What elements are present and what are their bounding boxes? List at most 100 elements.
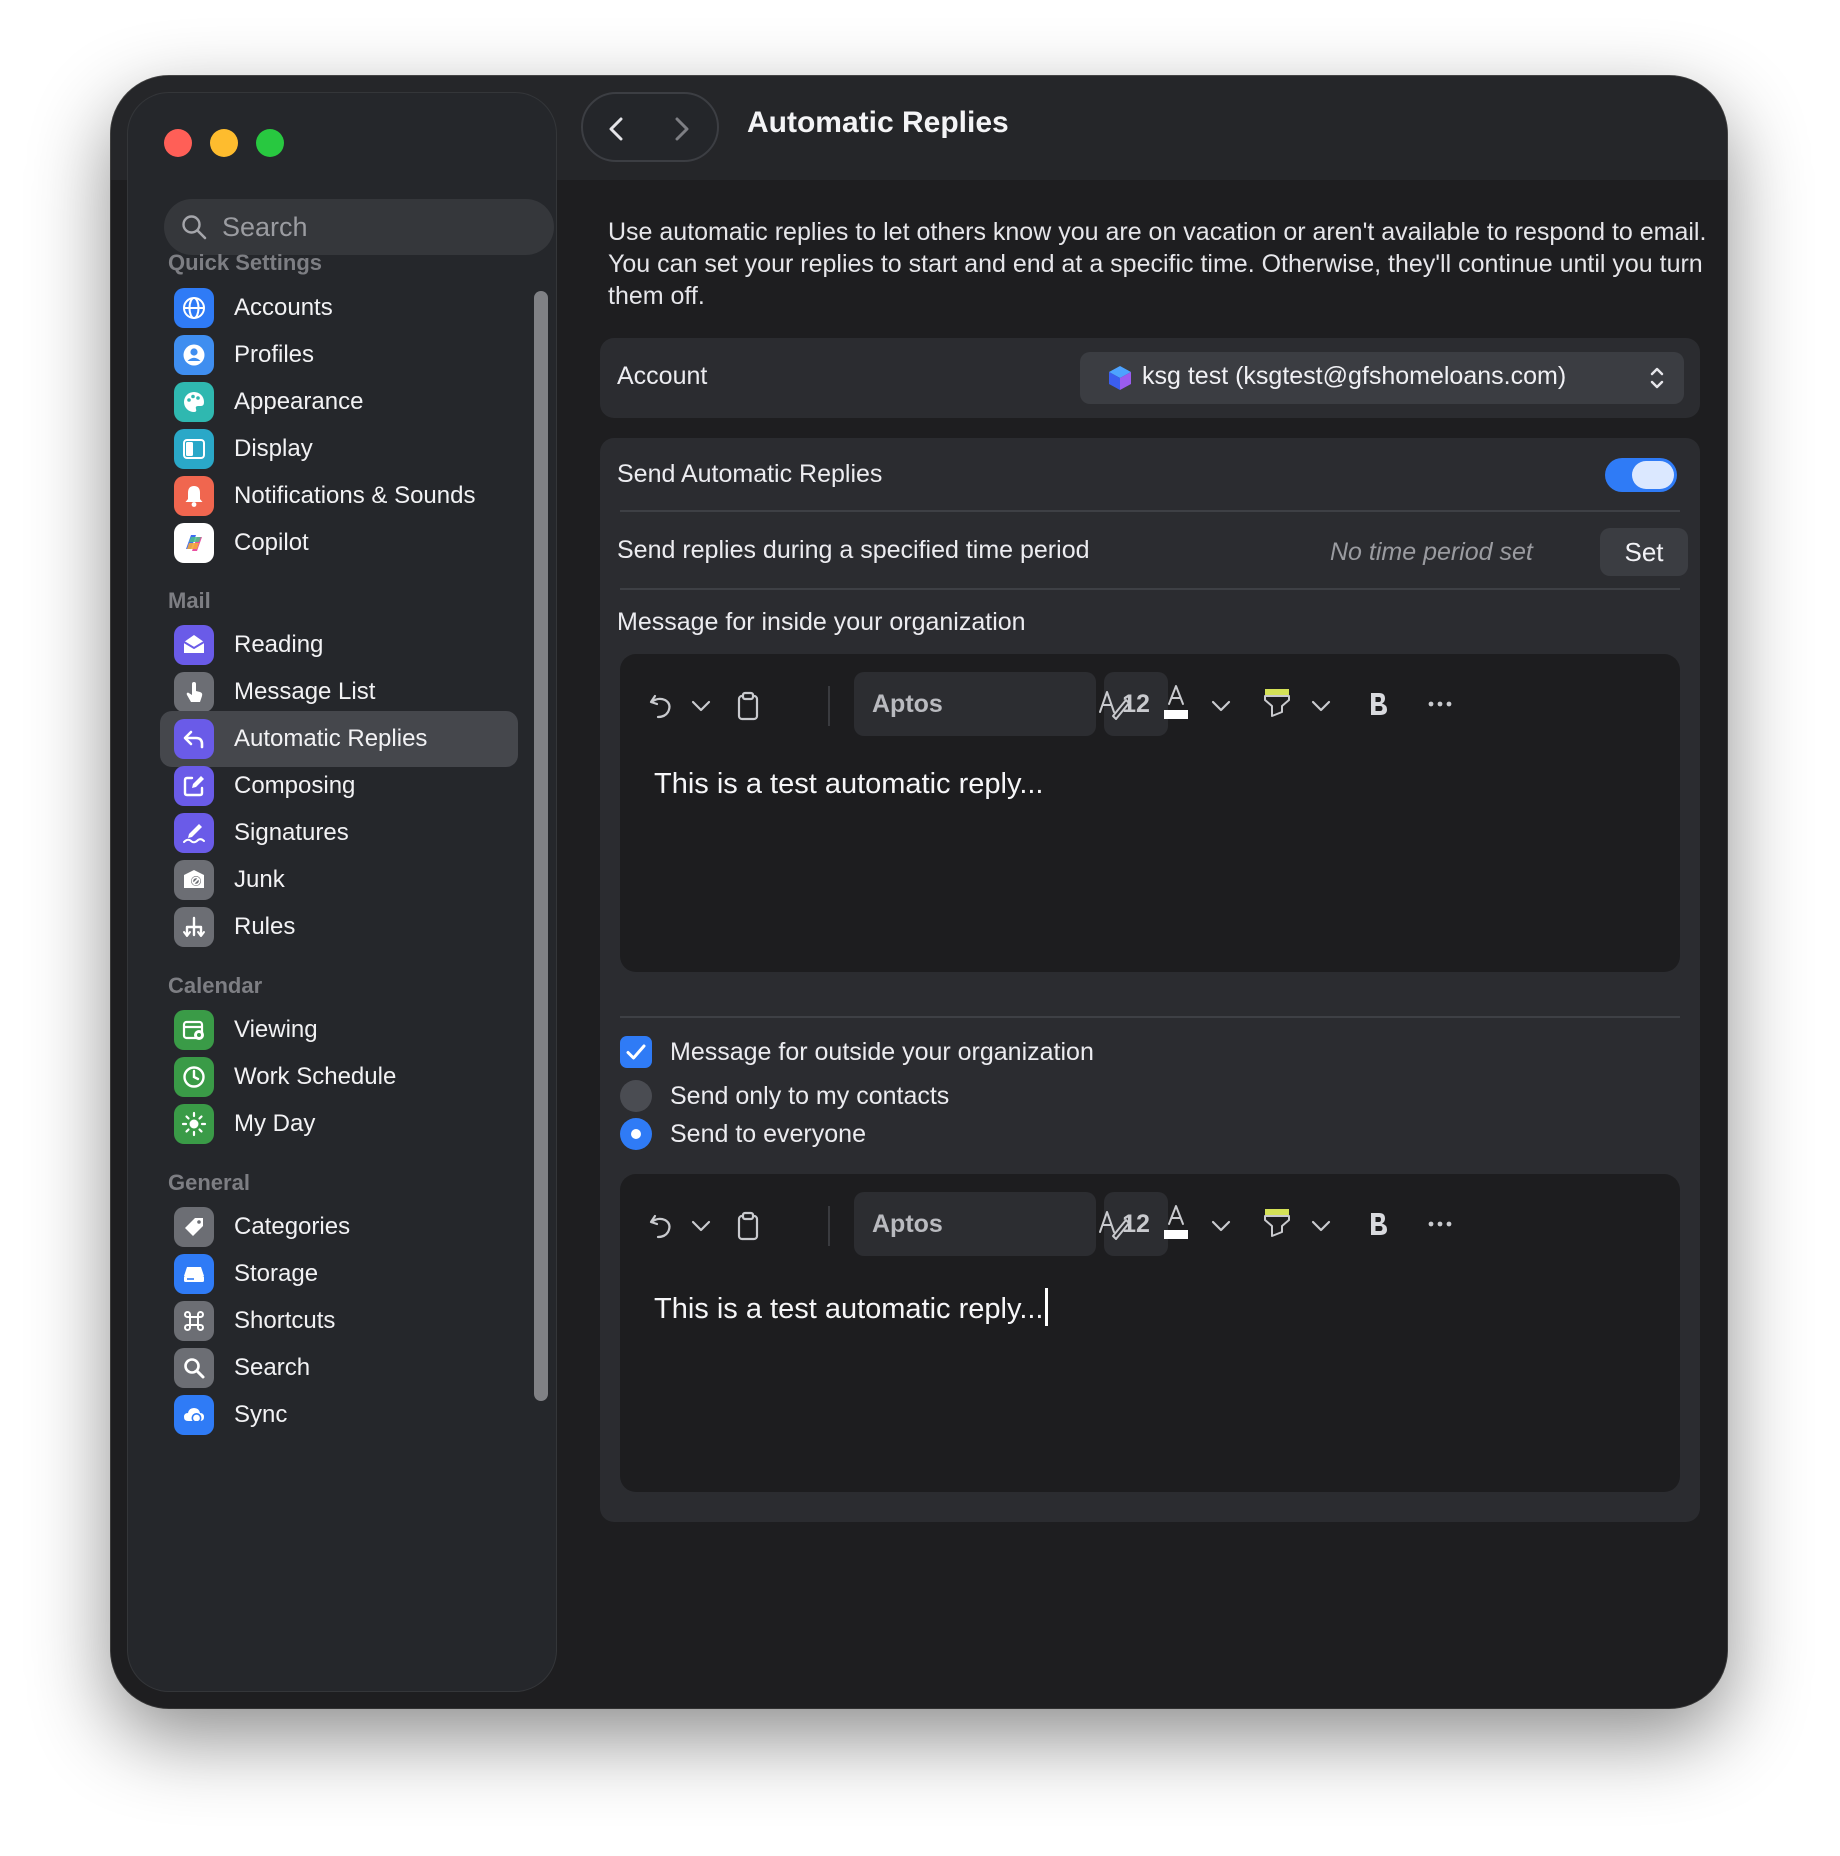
bold-icon[interactable] [1362, 688, 1394, 720]
sidebar-scrollbar[interactable] [534, 291, 548, 1401]
sun-icon [174, 1104, 214, 1144]
font-color-icon[interactable] [1160, 684, 1192, 722]
sidebar-search-field[interactable]: Search [164, 199, 554, 255]
junk-icon [174, 860, 214, 900]
command-icon [174, 1301, 214, 1341]
font-color-dropdown-chevron-icon[interactable] [1210, 698, 1232, 714]
bold-icon[interactable] [1362, 1208, 1394, 1240]
account-value: ksg test (ksgtest@gfshomeloans.com) [1142, 362, 1567, 390]
clipboard-icon[interactable] [732, 1210, 764, 1242]
highlight-dropdown-chevron-icon[interactable] [1310, 698, 1332, 714]
inside-message-editor[interactable]: Aptos 12 This is a test automatic reply.… [620, 654, 1680, 972]
outside-message-editor[interactable]: Aptos 12 This is a test automatic reply.… [620, 1174, 1680, 1492]
sidebar-item-label: Profiles [234, 341, 315, 368]
sidebar-item-label: Notifications & Sounds [234, 482, 476, 509]
account-label: Account [617, 362, 708, 390]
send-to-everyone-label[interactable]: Send to everyone [670, 1120, 866, 1149]
account-select[interactable]: ksg test (ksgtest@gfshomeloans.com) [1080, 352, 1684, 404]
sidebar-item-sync[interactable]: Sync [160, 1387, 518, 1443]
font-family-select[interactable]: Aptos [854, 672, 1096, 736]
description-text: Use automatic replies to let others know… [608, 218, 1707, 310]
sidebar: Search Quick Settings Accounts Profiles … [127, 92, 557, 1692]
forward-button[interactable] [661, 109, 701, 149]
section-label-quick-settings: Quick Settings [168, 250, 323, 275]
time-period-status: No time period set [1330, 538, 1533, 566]
envelope-icon [174, 625, 214, 665]
navigation-buttons [581, 92, 719, 162]
text-effects-icon[interactable] [1096, 686, 1132, 722]
sidebar-item-label: Junk [234, 866, 285, 893]
toolbar-separator [828, 686, 830, 726]
highlight-dropdown-chevron-icon[interactable] [1310, 1218, 1332, 1234]
display-icon [174, 429, 214, 469]
time-period-label: Send replies during a specified time per… [617, 536, 1090, 564]
close-window-button[interactable] [164, 129, 192, 157]
sidebar-item-label: Appearance [234, 388, 364, 415]
section-label-general: General [168, 1170, 250, 1195]
sidebar-item-label: Work Schedule [234, 1063, 397, 1090]
sidebar-item-copilot[interactable]: Copilot [160, 515, 518, 571]
highlight-icon[interactable] [1260, 1206, 1294, 1240]
highlight-icon[interactable] [1260, 686, 1294, 720]
sidebar-item-label: Search [234, 1354, 311, 1381]
font-family-value: Aptos [872, 690, 943, 718]
font-color-icon[interactable] [1160, 1204, 1192, 1242]
undo-dropdown-chevron-icon[interactable] [690, 698, 712, 714]
sidebar-item-rules[interactable]: Rules [160, 899, 518, 955]
sidebar-item-label: My Day [234, 1110, 316, 1137]
send-to-contacts-radio[interactable] [620, 1080, 652, 1112]
back-button[interactable] [597, 109, 637, 149]
more-options-icon[interactable] [1424, 1208, 1456, 1240]
send-to-contacts-label[interactable]: Send only to my contacts [670, 1082, 949, 1111]
outside-message-label[interactable]: Message for outside your organization [670, 1038, 1094, 1067]
compose-icon [174, 766, 214, 806]
set-time-period-button[interactable]: Set [1600, 528, 1688, 576]
font-family-value: Aptos [872, 1210, 943, 1238]
page-title: Automatic Replies [747, 106, 1009, 139]
tag-icon [174, 1207, 214, 1247]
chevron-updown-icon [1650, 367, 1664, 389]
zoom-window-button[interactable] [256, 129, 284, 157]
search-placeholder: Search [222, 212, 308, 242]
font-color-dropdown-chevron-icon[interactable] [1210, 1218, 1232, 1234]
sidebar-item-label: Sync [234, 1401, 288, 1428]
sidebar-item-label: Reading [234, 631, 324, 658]
outside-message-text-area[interactable]: This is a test automatic reply... [654, 1288, 1048, 1326]
text-effects-icon[interactable] [1096, 1206, 1132, 1242]
sidebar-item-label: Rules [234, 913, 296, 940]
undo-icon[interactable] [646, 690, 678, 722]
clipboard-icon[interactable] [732, 690, 764, 722]
sidebar-item-label: Signatures [234, 819, 349, 846]
outside-message-checkbox[interactable] [620, 1036, 652, 1068]
sidebar-item-label: Storage [234, 1260, 319, 1287]
settings-window: Search Quick Settings Accounts Profiles … [111, 76, 1727, 1708]
send-auto-replies-label: Send Automatic Replies [617, 460, 883, 488]
palette-icon [174, 382, 214, 422]
account-card: Account ksg test (ksgtest@gfshomeloans.c… [600, 338, 1700, 418]
divider [620, 1016, 1680, 1018]
toggle-knob [1632, 461, 1674, 489]
font-family-select[interactable]: Aptos [854, 1192, 1096, 1256]
inside-message-text[interactable]: This is a test automatic reply... [654, 768, 1044, 801]
inside-message-label: Message for inside your organization [617, 608, 1026, 636]
sidebar-item-label: Categories [234, 1213, 351, 1240]
calendar-gear-icon [174, 1010, 214, 1050]
storage-icon [174, 1254, 214, 1294]
minimize-window-button[interactable] [210, 129, 238, 157]
profile-icon [174, 335, 214, 375]
sidebar-item-my-day[interactable]: My Day [160, 1096, 518, 1152]
undo-dropdown-chevron-icon[interactable] [690, 1218, 712, 1234]
section-label-calendar: Calendar [168, 973, 263, 998]
send-auto-replies-toggle[interactable] [1605, 458, 1677, 492]
magnifier-icon [174, 1348, 214, 1388]
sidebar-item-label: Message List [234, 678, 376, 705]
sidebar-item-label: Copilot [234, 529, 309, 556]
rules-icon [174, 907, 214, 947]
bell-icon [174, 476, 214, 516]
send-to-everyone-radio[interactable] [620, 1118, 652, 1150]
more-options-icon[interactable] [1424, 688, 1456, 720]
sidebar-item-label: Automatic Replies [234, 725, 428, 752]
clock-icon [174, 1057, 214, 1097]
account-logo-icon [1109, 366, 1131, 390]
undo-icon[interactable] [646, 1210, 678, 1242]
